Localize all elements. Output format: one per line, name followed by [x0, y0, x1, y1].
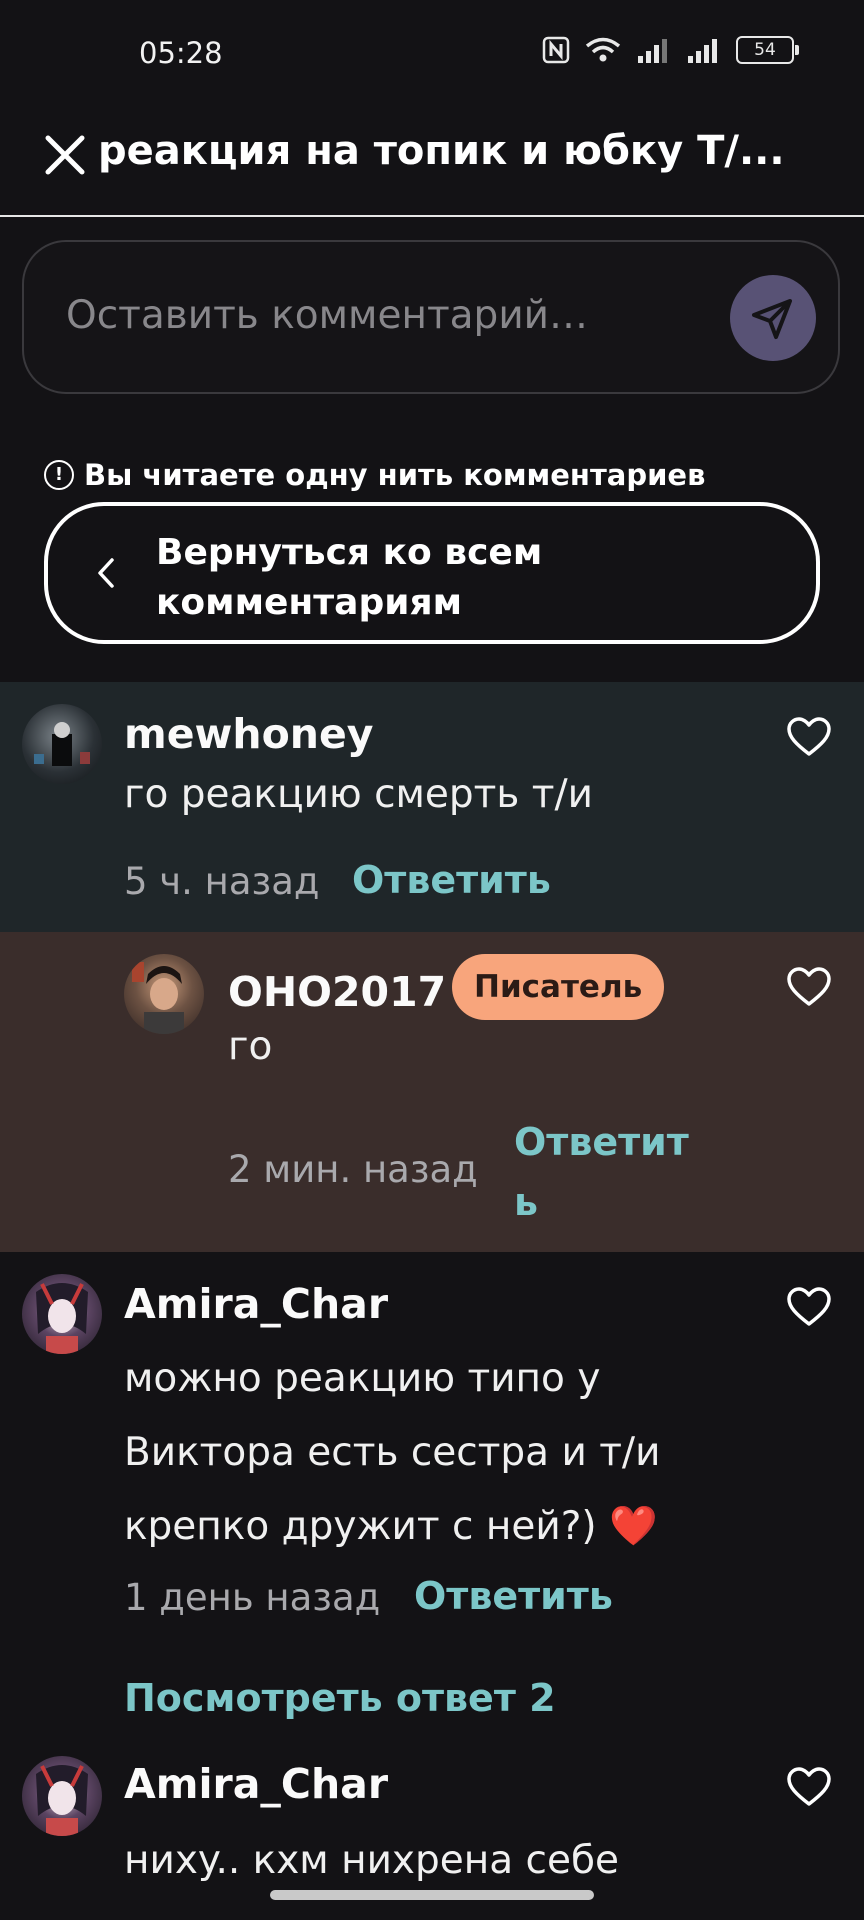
comment-username[interactable]: OHO2017: [228, 968, 446, 1016]
heart-icon[interactable]: [786, 966, 832, 1008]
comment-text: го: [228, 1024, 273, 1069]
comment-input[interactable]: [64, 292, 728, 339]
close-button[interactable]: [40, 130, 90, 180]
send-button[interactable]: [730, 275, 816, 361]
avatar[interactable]: [22, 1756, 102, 1836]
heart-icon[interactable]: [786, 716, 832, 758]
header: реакция на топик и юбку Т/...: [0, 110, 864, 217]
comment-username[interactable]: Amira_Char: [124, 1760, 388, 1808]
send-icon: [752, 299, 792, 339]
avatar[interactable]: [22, 704, 102, 784]
comment-text-line: крепко дружит с ней?) ❤️: [124, 1504, 658, 1549]
comment-username[interactable]: Amira_Char: [124, 1280, 388, 1328]
comment-username[interactable]: mewhoney: [124, 710, 373, 758]
reply-button[interactable]: Ответить: [414, 1574, 613, 1618]
heart-icon[interactable]: [786, 1286, 832, 1328]
thread-note-text: Вы читаете одну нить комментариев: [84, 458, 706, 492]
status-bar: 05:28 54: [0, 0, 864, 110]
back-to-all-comments-button[interactable]: Вернуться ко всем комментариям: [44, 502, 820, 644]
heart-icon[interactable]: [786, 1766, 832, 1808]
reply-button[interactable]: Ответит ь: [514, 1112, 689, 1232]
reply-button-line: ь: [514, 1180, 539, 1224]
close-icon: [45, 135, 85, 175]
comment-text-line: Виктора есть сестра и т/и: [124, 1430, 661, 1475]
status-icons: 54: [542, 36, 799, 64]
avatar[interactable]: [22, 1274, 102, 1354]
signal-icon: [638, 39, 667, 63]
page-title: реакция на топик и юбку Т/...: [98, 128, 785, 174]
avatar[interactable]: [124, 954, 204, 1034]
writer-badge: Писатель: [452, 954, 665, 1020]
reply-button-line: Ответит: [514, 1120, 689, 1164]
comment-text: го реакцию смерть т/и: [124, 772, 593, 817]
comment-text: нихy.. кхм нихрена себе: [124, 1838, 620, 1883]
status-time: 05:28: [139, 36, 223, 70]
comment-time: 2 мин. назад: [228, 1148, 478, 1191]
comment-text-line: можно реакцию типо у: [124, 1356, 601, 1401]
battery-icon: 54: [736, 36, 799, 64]
chevron-left-icon: [98, 558, 114, 588]
back-button-label: Вернуться ко всем комментариям: [156, 532, 543, 623]
view-replies-link[interactable]: Посмотреть ответ 2: [124, 1676, 556, 1720]
info-icon: !: [44, 460, 74, 490]
comment-time: 5 ч. назад: [124, 860, 320, 903]
thread-note: ! Вы читаете одну нить комментариев: [44, 458, 705, 492]
wifi-icon: [585, 37, 621, 62]
comment-text: можно реакцию типо у Виктора есть сестра…: [124, 1342, 660, 1564]
signal-icon: [688, 39, 717, 63]
reply-button[interactable]: Ответить: [352, 858, 551, 902]
comment-composer: [22, 240, 840, 394]
home-indicator[interactable]: [270, 1890, 594, 1900]
nfc-icon: [542, 36, 570, 64]
comment-time: 1 день назад: [124, 1576, 381, 1619]
comment-item: OHO2017 Писатель го 2 мин. назад Ответит…: [0, 932, 864, 1252]
comment-item: mewhoney го реакцию смерть т/и 5 ч. наза…: [0, 682, 864, 932]
